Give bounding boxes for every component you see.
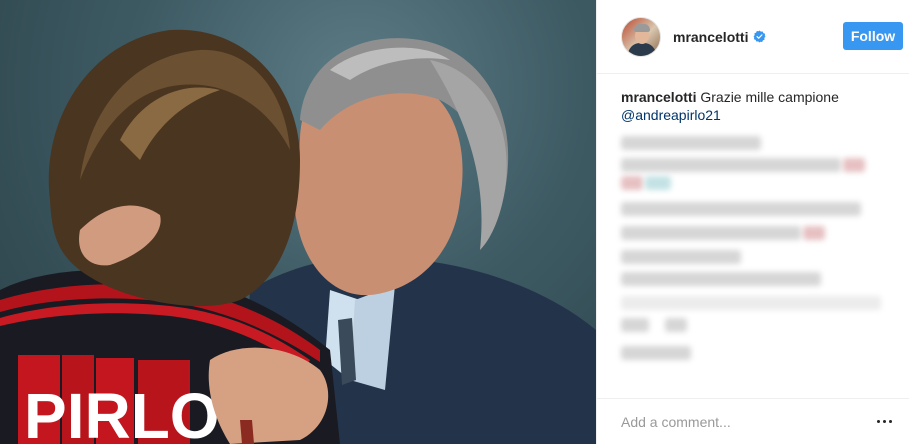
caption-username[interactable]: mrancelotti — [621, 89, 696, 105]
post-header: mrancelotti Follow — [597, 0, 909, 74]
username-link[interactable]: mrancelotti — [673, 29, 748, 45]
follow-button[interactable]: Follow — [843, 22, 903, 50]
photo-illustration: PIRLO — [0, 29, 596, 444]
verified-badge-icon — [754, 30, 766, 43]
comment-bar — [597, 398, 909, 444]
post-caption: mrancelotti Grazie mille campione @andre… — [621, 88, 901, 124]
jersey-name-text: PIRLO — [24, 380, 220, 444]
post-side-panel: mrancelotti Follow mrancelotti Grazie mi… — [596, 0, 909, 444]
blurred-comments — [621, 132, 901, 392]
caption-mention-link[interactable]: @andreapirlo21 — [621, 107, 721, 123]
caption-text: Grazie mille campione — [700, 89, 839, 105]
post-photo[interactable]: PIRLO — [0, 0, 596, 444]
instagram-post: PIRLO mrancelotti Follow mrancelotti Gra… — [0, 0, 909, 444]
avatar[interactable] — [621, 16, 661, 57]
more-options-icon[interactable] — [874, 412, 894, 432]
comment-input[interactable] — [621, 413, 874, 430]
